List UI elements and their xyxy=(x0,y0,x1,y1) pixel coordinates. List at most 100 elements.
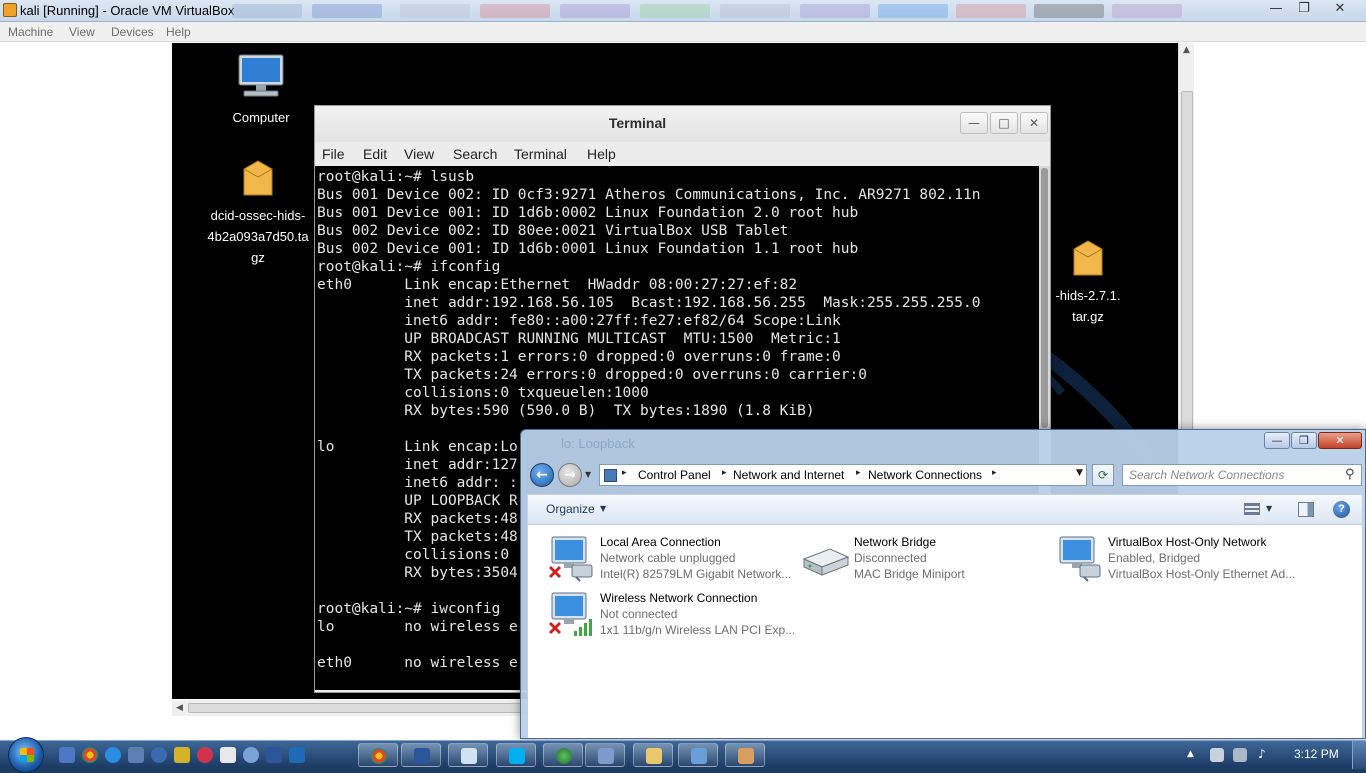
internet-explorer-quicklaunch-icon[interactable] xyxy=(105,747,121,763)
show-desktop-button[interactable] xyxy=(1352,741,1366,769)
terminal-scroll-thumb[interactable] xyxy=(1041,168,1048,428)
virtualbox-window-title: kali [Running] - Oracle VM VirtualBox xyxy=(20,3,235,18)
app-quicklaunch-icon[interactable] xyxy=(243,747,259,763)
app-quicklaunch-icon[interactable] xyxy=(197,747,213,763)
connection-network-bridge[interactable]: Network Bridge Disconnected MAC Bridge M… xyxy=(788,535,1038,587)
desktop-icon-archive[interactable]: -hids-2.7.1. tar.gz xyxy=(1038,239,1138,327)
terminal-line: inet6 addr: fe80::a00:27ff:fe27:ef82/64 … xyxy=(317,313,841,329)
taskbar-virtualbox[interactable] xyxy=(585,743,625,767)
chevron-down-icon[interactable]: ▼ xyxy=(1266,504,1272,513)
terminal-minimize-button[interactable]: — xyxy=(960,112,988,134)
connection-name: Network Bridge xyxy=(854,535,937,549)
desktop-icon-label: tar.gz xyxy=(1072,309,1104,324)
search-input[interactable] xyxy=(1129,467,1339,483)
connection-name: VirtualBox Host-Only Network xyxy=(1108,535,1267,549)
terminal-menu-help[interactable]: Help xyxy=(587,146,616,162)
terminal-close-button[interactable]: ✕ xyxy=(1020,112,1048,134)
connection-local-area[interactable]: Local Area Connection Network cable unpl… xyxy=(534,535,791,587)
terminal-menu-edit[interactable]: Edit xyxy=(363,146,387,162)
terminal-line: root@kali:~# lsusb xyxy=(317,169,475,185)
terminal-menu-file[interactable]: File xyxy=(322,146,345,162)
virtualbox-quicklaunch-icon[interactable] xyxy=(128,747,144,763)
taskbar-explorer[interactable] xyxy=(633,743,673,767)
breadcrumb-network-and-internet[interactable]: Network and Internet xyxy=(733,468,844,482)
connection-device: Intel(R) 82579LM Gigabit Network... xyxy=(600,567,792,581)
terminal-menu-terminal[interactable]: Terminal xyxy=(514,146,567,162)
terminal-menu-view[interactable]: View xyxy=(404,146,434,162)
taskbar-notepad[interactable] xyxy=(448,743,488,767)
close-button[interactable]: ✕ xyxy=(1318,432,1362,449)
virtualbox-titlebar[interactable]: kali [Running] - Oracle VM VirtualBox — … xyxy=(0,0,1366,22)
breadcrumb-control-panel[interactable]: Control Panel xyxy=(638,468,711,482)
breadcrumb-separator-icon[interactable]: ▸ xyxy=(992,468,997,478)
terminal-titlebar[interactable]: Terminal — □ ✕ xyxy=(315,106,1050,142)
chevron-down-icon[interactable]: ▼ xyxy=(600,504,606,513)
minimize-button[interactable]: — xyxy=(1262,0,1290,18)
taskbar-chrome[interactable] xyxy=(358,743,398,767)
terminal-title: Terminal xyxy=(608,115,667,131)
action-center-icon[interactable] xyxy=(1210,748,1224,762)
menu-devices[interactable]: Devices xyxy=(111,25,154,39)
background-tab-strip xyxy=(560,4,630,18)
breadcrumb-separator-icon[interactable]: ▸ xyxy=(856,468,861,478)
search-icon[interactable]: ⚲ xyxy=(1345,467,1355,482)
address-dropdown-icon[interactable]: ▼ xyxy=(1076,468,1083,478)
terminal-line: root@kali:~# ifconfig xyxy=(317,259,501,275)
scroll-left-icon[interactable]: ◀ xyxy=(176,703,183,713)
desktop-icon-archive[interactable]: dcid-ossec-hids- 4b2a093a7d50.ta gz xyxy=(198,159,318,268)
taskbar-word[interactable] xyxy=(401,743,441,767)
show-desktop-quicklaunch-icon[interactable] xyxy=(59,747,75,763)
command-bar: Organize ▼ ▼ ? xyxy=(527,494,1363,524)
connection-status: Enabled, Bridged xyxy=(1108,551,1201,565)
breadcrumb-separator-icon[interactable]: ▸ xyxy=(622,468,627,478)
error-x-icon xyxy=(548,621,562,635)
network-quicklaunch-icon[interactable] xyxy=(151,747,167,763)
windows-logo-icon xyxy=(20,748,34,762)
menu-machine[interactable]: Machine xyxy=(8,25,53,39)
recent-pages-icon[interactable]: ▼ xyxy=(585,470,591,479)
background-tab-strip xyxy=(640,4,710,18)
muse-quicklaunch-icon[interactable] xyxy=(174,747,190,763)
tray-expand-icon[interactable]: ▲ xyxy=(1187,749,1194,759)
connection-virtualbox-host-only[interactable]: VirtualBox Host-Only Network Enabled, Br… xyxy=(1042,535,1342,587)
desktop-icon-label: Computer xyxy=(232,110,290,125)
clock[interactable]: 3:12 PM xyxy=(1294,747,1339,761)
taskbar-tool[interactable] xyxy=(725,743,765,767)
connection-wireless[interactable]: Wireless Network Connection Not connecte… xyxy=(534,591,795,643)
network-tray-icon[interactable] xyxy=(1233,748,1247,762)
taskbar-network-globe[interactable] xyxy=(543,743,583,767)
desktop-icon-label: -hids-2.7.1. xyxy=(1055,288,1121,303)
desktop-icon-computer[interactable]: Computer xyxy=(216,53,306,128)
terminal-menu-search[interactable]: Search xyxy=(453,146,497,162)
menu-view[interactable]: View xyxy=(69,25,95,39)
background-tab-strip xyxy=(720,4,790,18)
taskbar-remote[interactable] xyxy=(678,743,718,767)
taskbar-skype[interactable] xyxy=(496,743,536,767)
preview-pane-icon[interactable] xyxy=(1298,502,1314,517)
calculator-quicklaunch-icon[interactable] xyxy=(220,747,236,763)
desktop-icon-label: 4b2a093a7d50.ta xyxy=(207,229,309,244)
refresh-button[interactable]: ⟳ xyxy=(1092,464,1114,486)
breadcrumb-separator-icon[interactable]: ▸ xyxy=(722,468,727,478)
connections-list[interactable]: Local Area Connection Network cable unpl… xyxy=(527,524,1363,738)
virtualbox-app-icon xyxy=(3,3,17,17)
back-button[interactable]: ← xyxy=(530,463,554,487)
help-icon[interactable]: ? xyxy=(1333,501,1350,518)
vertical-scroll-thumb[interactable] xyxy=(1181,91,1193,431)
scroll-up-icon[interactable]: ▲ xyxy=(1183,45,1190,55)
forward-button[interactable]: → xyxy=(558,463,582,487)
change-view-icon[interactable] xyxy=(1244,503,1260,515)
chrome-quicklaunch-icon[interactable] xyxy=(82,747,98,763)
menu-help[interactable]: Help xyxy=(166,25,191,39)
close-button[interactable]: ✕ xyxy=(1326,0,1354,18)
breadcrumb-network-connections[interactable]: Network Connections xyxy=(868,468,982,482)
terminal-maximize-button[interactable]: □ xyxy=(990,112,1018,134)
organize-button[interactable]: Organize xyxy=(546,502,595,516)
minimize-button[interactable]: — xyxy=(1264,432,1290,449)
restore-button[interactable]: ❐ xyxy=(1291,432,1317,449)
restore-button[interactable]: ❐ xyxy=(1290,0,1318,18)
outlook-quicklaunch-icon[interactable] xyxy=(289,747,305,763)
address-bar[interactable]: ▸ Control Panel ▸ Network and Internet ▸… xyxy=(599,464,1087,486)
word-quicklaunch-icon[interactable] xyxy=(266,747,282,763)
volume-icon[interactable]: ♪ xyxy=(1258,747,1266,761)
